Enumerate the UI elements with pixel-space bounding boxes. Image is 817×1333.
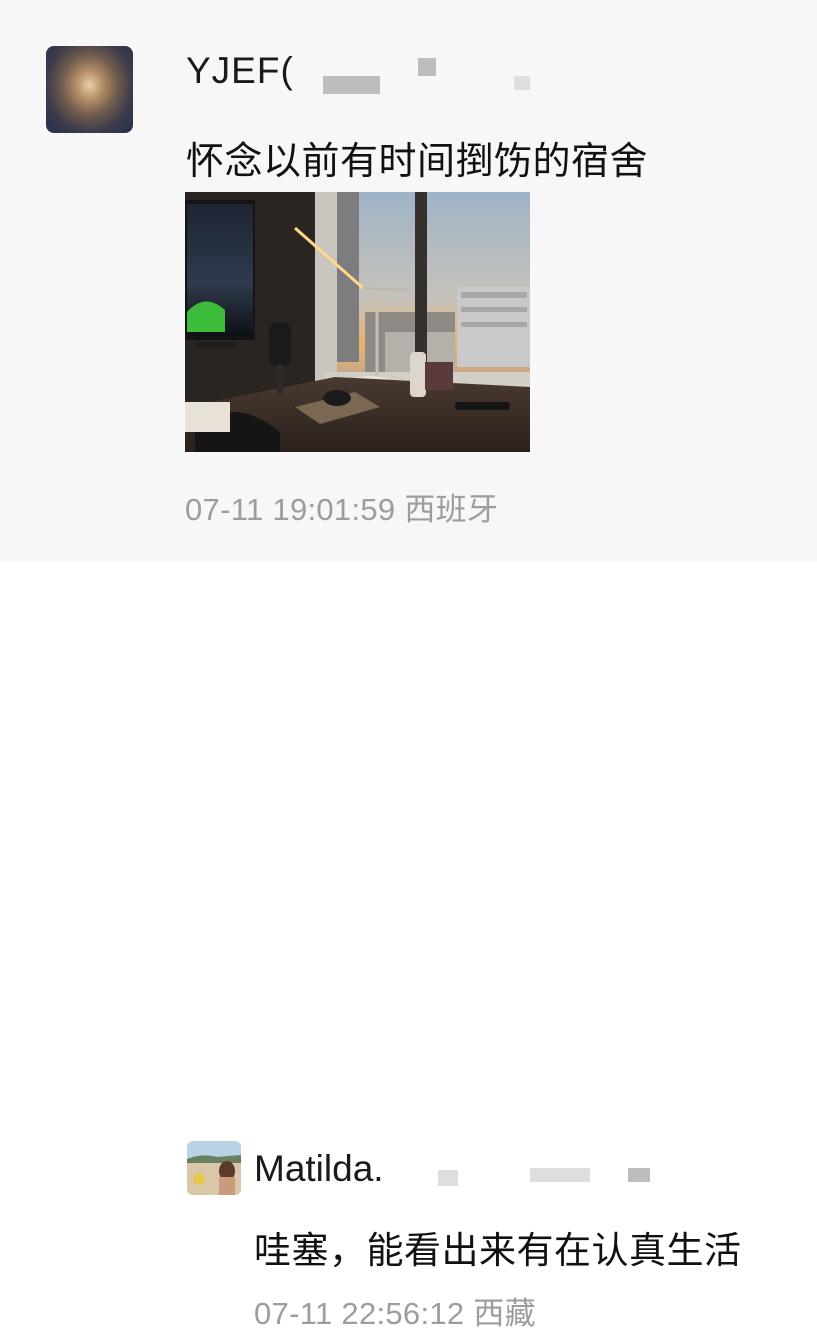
commenter-avatar[interactable] [187,1141,241,1195]
redacted-name-block [628,1168,650,1182]
redacted-name-block [530,1168,590,1182]
comment-text: 哇塞，能看出来有在认真生活 [254,1230,742,1271]
comment-item: Matilda. 哇塞，能看出来有在认真生活 07-11 22:56:12 西藏 [0,562,817,1331]
post-photo[interactable] [185,192,530,452]
post-username[interactable]: YJEF( [186,50,294,92]
comment-timestamp: 07-11 22:56:12 西藏 [254,1296,536,1331]
moment-post: YJEF( 怀念以前有时间捯饬的宿舍 07-11 19:01:59 西班牙 [0,0,817,562]
dorm-desk-photo [185,192,530,452]
commenter-username[interactable]: Matilda. [254,1148,384,1190]
user-avatar[interactable] [46,46,133,133]
post-text: 怀念以前有时间捯饬的宿舍 [186,141,649,183]
redacted-name-block [514,76,530,90]
redacted-name-block [418,58,436,76]
post-timestamp: 07-11 19:01:59 西班牙 [185,492,499,527]
redacted-name-block [438,1170,458,1186]
redacted-name-block [323,76,380,94]
beach-portrait-image [187,1141,241,1195]
